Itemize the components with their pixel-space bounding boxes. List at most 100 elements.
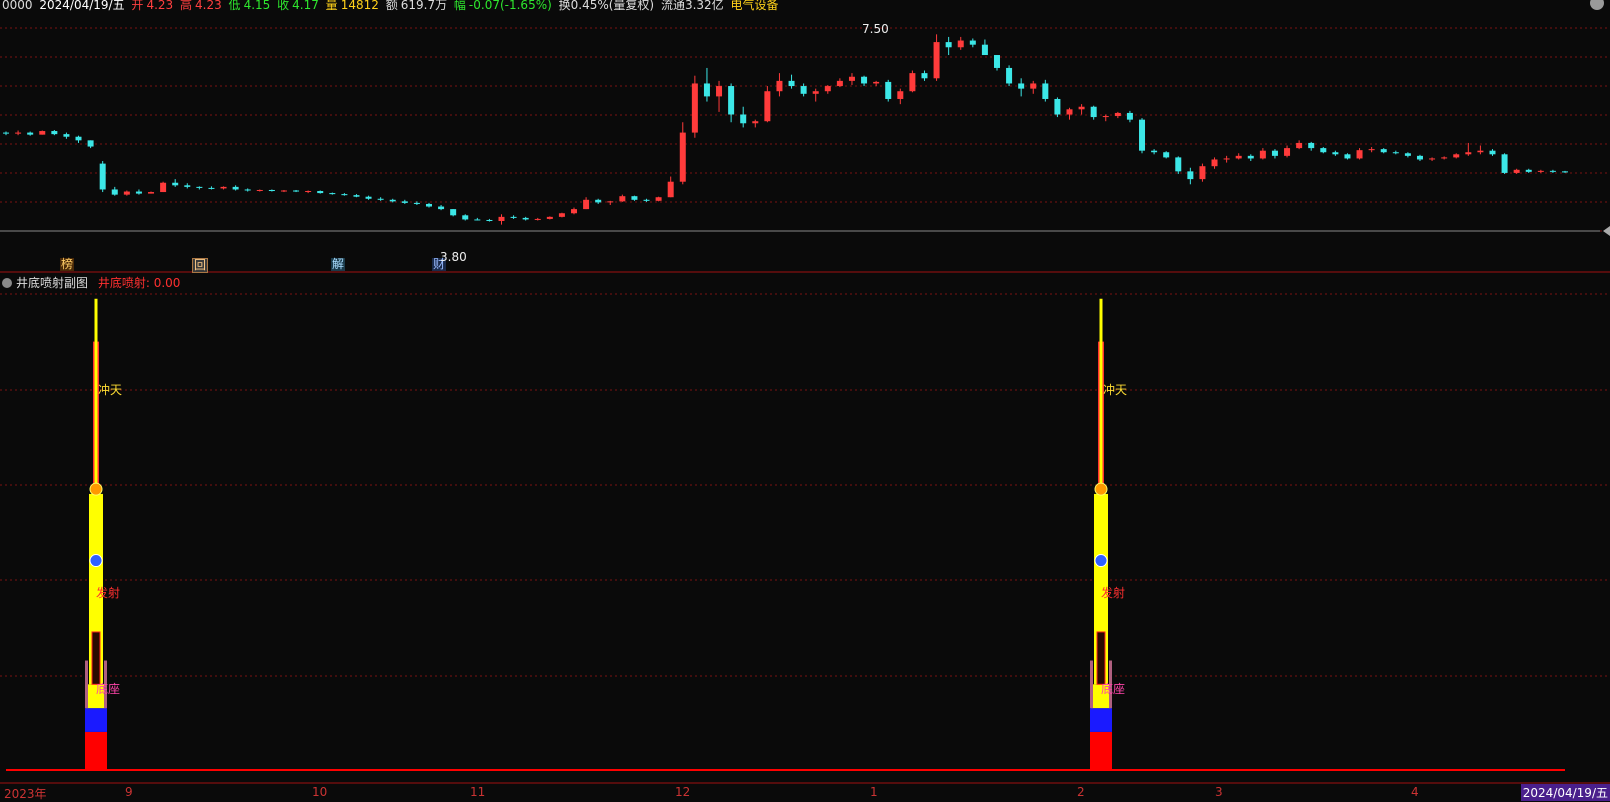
label-dizuo-2: 底座 (1101, 682, 1126, 696)
candle-body (1042, 83, 1049, 99)
candle-body (389, 199, 396, 202)
candle-body (87, 140, 94, 147)
x-end-date: 2024/04/19/五 (1520, 784, 1610, 801)
candle-body (993, 55, 1000, 68)
signal-base-red (85, 731, 107, 770)
signal-inner (91, 631, 101, 685)
candle-body (1223, 158, 1230, 160)
candle-body (341, 194, 348, 196)
x-label-12: 12 (675, 785, 691, 799)
low-value: 4.15 (243, 0, 271, 12)
candle-body (655, 197, 662, 201)
candle-body (123, 191, 130, 195)
candle-body (365, 196, 372, 199)
indicator-value: 井底喷射: 0.00 (97, 276, 181, 290)
candle-body (643, 199, 650, 201)
signal-chevron-icon (89, 482, 103, 496)
candle-body (1139, 119, 1146, 151)
candle-body (1513, 169, 1520, 173)
candle-body (812, 91, 819, 94)
candle-body (3, 132, 9, 134)
candle-body (498, 216, 505, 222)
candle-body (1465, 152, 1472, 155)
candle-body (1102, 116, 1109, 118)
indicator-menu-icon[interactable] (2, 278, 12, 288)
indicator-name[interactable]: 井底喷射副图 (16, 276, 88, 290)
candle-body (861, 76, 868, 84)
low-label: 低 (228, 0, 241, 12)
candle-body (1320, 148, 1327, 153)
candle-body (848, 76, 855, 81)
x-label-2023: 2023年 (4, 787, 47, 801)
candle-body (667, 181, 674, 198)
candle-body (1296, 142, 1303, 149)
change-label: 幅 (453, 0, 466, 12)
candle-body (1562, 171, 1568, 173)
candle-body (969, 40, 976, 45)
candle-body (1163, 152, 1170, 158)
chart-canvas (0, 27, 1610, 784)
signal-base-blue (85, 708, 107, 732)
candle-body (160, 182, 167, 193)
candle-body (945, 42, 952, 48)
close-value: 4.17 (292, 0, 319, 12)
candle-body (1501, 154, 1508, 173)
candle-body (1332, 152, 1339, 155)
candle-body (1368, 149, 1375, 151)
candle-body (716, 86, 723, 97)
candle-body (184, 185, 191, 187)
candle-body (957, 40, 964, 48)
candle-body (607, 201, 614, 203)
signal-gear-icon (1094, 554, 1108, 568)
x-label-2: 2 (1077, 785, 1085, 799)
candle-body (232, 186, 239, 190)
candle-body (39, 131, 46, 135)
candle-body (1054, 98, 1061, 115)
candle-body (305, 191, 312, 193)
sector-link[interactable]: 电气设备 (731, 0, 779, 12)
candle-body (329, 193, 336, 195)
candle-body (438, 206, 445, 210)
stock-code: 0000 (2, 0, 33, 12)
signal-inner (1096, 631, 1106, 685)
candle-body (909, 73, 916, 92)
candle-body (933, 42, 940, 79)
signal-chevron-icon (1094, 482, 1108, 496)
candle-body (63, 134, 70, 137)
x-label-10: 10 (312, 785, 328, 799)
candle-body (740, 114, 747, 124)
candle-body (425, 203, 432, 207)
candle-body (679, 132, 686, 182)
candle-body (244, 189, 251, 191)
candle-body (776, 80, 783, 92)
candle-body (293, 190, 300, 192)
close-label: 收 (277, 0, 290, 12)
candle-body (1151, 150, 1158, 153)
candle-body (1175, 157, 1182, 172)
float-value: 流通3.32亿 (660, 0, 724, 12)
candle-body (27, 132, 34, 135)
candle-body (728, 86, 735, 115)
candle-body (595, 199, 602, 203)
candle-body (619, 196, 626, 202)
candle-body (135, 191, 142, 194)
x-label-4: 4 (1411, 785, 1419, 799)
candle-body (885, 81, 892, 99)
candle-body (111, 189, 118, 195)
candle-body (450, 209, 457, 216)
candle-body (1199, 166, 1206, 180)
candle-body (1380, 149, 1387, 153)
marker-hui[interactable]: 回 (192, 258, 209, 273)
candle-body (703, 83, 710, 97)
signal-side-left (85, 660, 88, 709)
amount-value: 619.7万 (400, 0, 448, 12)
volume-label: 量 (325, 0, 338, 12)
open-label: 开 (131, 0, 144, 12)
candle-body (631, 196, 638, 200)
candle-body (571, 209, 578, 214)
candle-body (1078, 106, 1085, 110)
marker-jie[interactable]: 解 (331, 258, 346, 271)
change-value: -0.07(-1.65%) (468, 0, 552, 12)
marker-bang[interactable]: 榜 (60, 258, 75, 271)
candle-body (1441, 157, 1448, 159)
